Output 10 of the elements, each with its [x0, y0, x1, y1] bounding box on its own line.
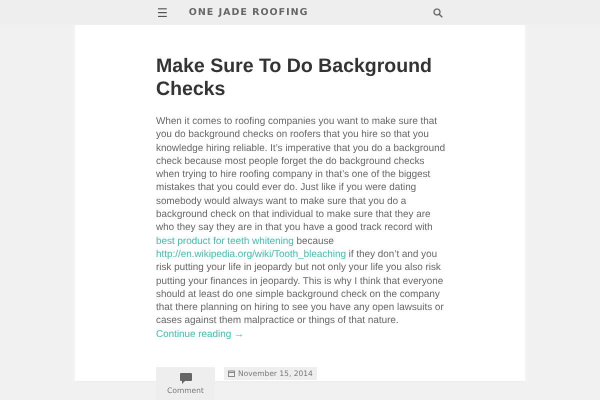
- post-body: When it comes to roofing companies you want to make sure that you do background checks on roofers that you hire so that you knowledge hiring reliable. It’s imperative that you do a background check because most people forget the do background checks when trying to hire roofing company in that’s one of the biggest mistakes that you could ever do. Just like if you were dating somebody would always want to make sure that you do a background check on that individual to make sure that they are who they say they are in that you have a good track record with best product for teeth whitening because http://en.wikipedia.org/wiki/Tooth_bleaching if they don’t and you risk putting your life in jeopardy but not only your life you also risk putting your finances in jeopardy. This is why I think that everyone should at least do one simple background check on the company that there planning on hiring to see you have any open lawsuits or cases against them malpractice or things of that nature. Continue reading →: [156, 115, 446, 342]
- text-link[interactable]: best product for teeth whitening: [156, 236, 294, 247]
- text-link[interactable]: http://en.wikipedia.org/wiki/Tooth_bleaching: [156, 248, 346, 260]
- site-title[interactable]: ONE JADE ROOFING: [188, 7, 433, 18]
- text-link[interactable]: Continue reading →: [156, 328, 244, 340]
- menu-icon[interactable]: ☰: [157, 6, 168, 18]
- post-title: Make Sure To Do Background Checks: [156, 55, 433, 101]
- search-icon[interactable]: [433, 8, 443, 18]
- calendar-icon: [228, 370, 235, 378]
- speech-bubble-icon: [180, 372, 192, 384]
